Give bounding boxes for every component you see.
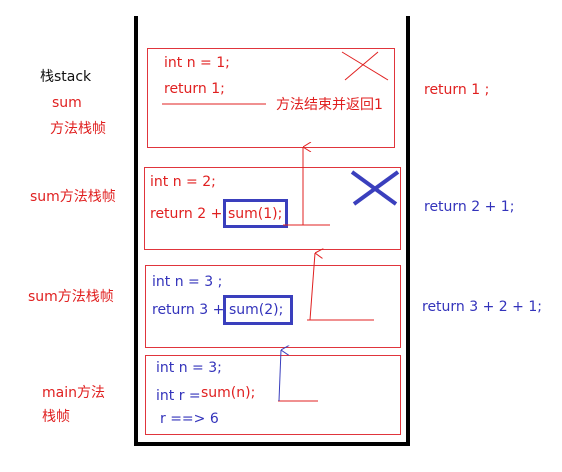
main-return-arrow — [278, 350, 281, 402]
frame3-return-arrow — [309, 253, 315, 321]
recursion-stack-diagram: { "left_labels": { "stack_line1": "栈stac… — [0, 0, 562, 472]
frame1-cross-icon — [341, 51, 389, 81]
diagram-annotations — [162, 51, 400, 402]
frame2-cross-icon — [350, 170, 400, 206]
